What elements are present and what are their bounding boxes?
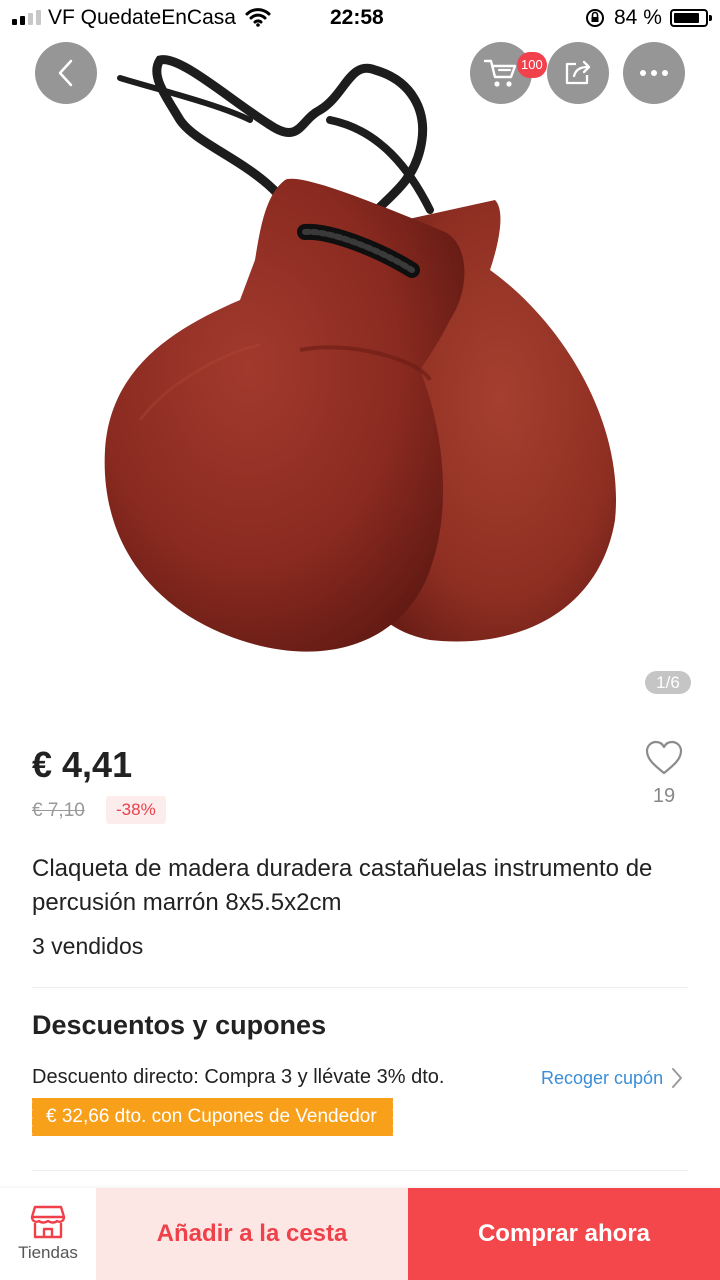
battery-percent: 84 % [614, 6, 662, 29]
battery-icon [670, 9, 712, 27]
more-options-button[interactable] [623, 42, 685, 104]
heart-icon [645, 740, 683, 775]
share-button[interactable] [547, 42, 609, 104]
product-title: Claqueta de madera duradera castañuelas … [32, 855, 653, 916]
original-price: € 7,10 [32, 800, 85, 821]
gallery-pager: 1/6 [645, 671, 691, 694]
chevron-left-icon [58, 59, 73, 87]
share-icon [565, 60, 591, 85]
direct-discount-text: Descuento directo: Compra 3 y llévate 3%… [32, 1066, 445, 1088]
divider [32, 987, 688, 988]
cart-icon [483, 59, 517, 87]
product-image[interactable] [0, 0, 720, 720]
sold-count: 3 vendidos [32, 933, 144, 959]
clock: 22:58 [330, 6, 384, 29]
store-label: Tiendas [18, 1243, 78, 1262]
castanets-illustration [104, 55, 617, 652]
divider [32, 1170, 688, 1171]
status-bar: VF QuedateEnCasa 22:58 84 % [0, 0, 720, 36]
add-to-cart-button[interactable]: Añadir a la cesta [96, 1188, 408, 1280]
cart-count-badge: 100 [517, 52, 547, 78]
seller-coupon-tag[interactable]: € 32,66 dto. con Cupones de Vendedor [29, 1098, 393, 1136]
buy-now-button[interactable]: Comprar ahora [408, 1188, 720, 1280]
wishlist-button[interactable]: 19 [640, 740, 688, 808]
discount-badge: -38% [106, 796, 166, 824]
signal-icon [12, 10, 41, 25]
bottom-action-bar: Tiendas Añadir a la cesta Comprar ahora [0, 1188, 720, 1280]
chevron-right-icon [672, 1068, 683, 1088]
wishlist-count: 19 [652, 785, 676, 807]
discounts-section-title: Descuentos y cupones [32, 1010, 327, 1040]
rotation-lock-icon [584, 7, 606, 35]
collect-coupon-link[interactable]: Recoger cupón [541, 1067, 683, 1089]
back-button[interactable] [35, 42, 97, 104]
store-button[interactable]: Tiendas [0, 1188, 96, 1280]
carrier-name: VF QuedateEnCasa [48, 6, 236, 29]
wifi-icon [245, 6, 271, 34]
more-icon [640, 70, 668, 76]
store-icon [30, 1205, 66, 1239]
collect-coupon-label: Recoger cupón [541, 1067, 664, 1088]
current-price: € 4,41 [32, 744, 133, 785]
